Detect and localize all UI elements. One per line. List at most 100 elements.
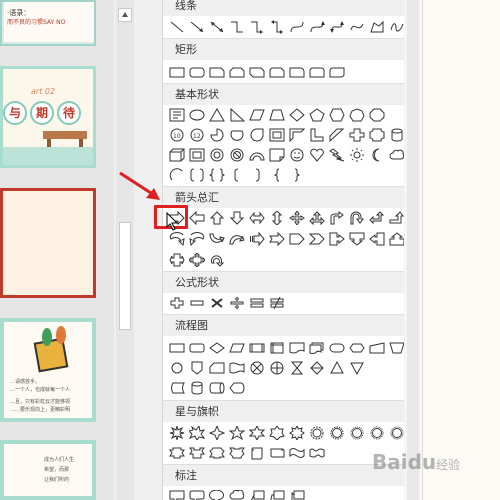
right-bracket-icon[interactable] [247, 166, 267, 184]
flowchart-process-icon[interactable] [167, 339, 187, 357]
flowchart-direct-access-storage-icon[interactable] [207, 379, 227, 397]
right-arrow-callout-icon[interactable] [327, 230, 347, 248]
bent-arrow-icon[interactable] [327, 209, 347, 227]
flowchart-merge-icon[interactable] [347, 359, 367, 377]
curved-up-ribbon-icon[interactable] [207, 444, 227, 462]
octagon-icon[interactable] [367, 106, 387, 124]
lightning-bolt-icon[interactable] [327, 146, 347, 164]
curve-icon[interactable] [347, 18, 367, 36]
line-callout-1-icon[interactable] [247, 488, 267, 500]
pentagon-icon[interactable] [307, 106, 327, 124]
pentagon-arrow-icon[interactable] [287, 230, 307, 248]
pie-icon[interactable] [207, 126, 227, 144]
l-shape-icon[interactable] [307, 126, 327, 144]
cube-icon[interactable] [167, 146, 187, 164]
flowchart-decision-icon[interactable] [207, 339, 227, 357]
donut-icon[interactable] [207, 146, 227, 164]
line-shape-icon[interactable] [167, 18, 187, 36]
vertical-scroll-icon[interactable] [247, 444, 267, 462]
equal-icon[interactable] [247, 294, 267, 312]
dodecagon-icon[interactable]: 12 [187, 126, 207, 144]
cross-icon[interactable] [347, 126, 367, 144]
left-right-up-arrow-icon[interactable] [307, 209, 327, 227]
half-frame-icon[interactable] [287, 126, 307, 144]
flowchart-collate-icon[interactable] [287, 359, 307, 377]
right-triangle-icon[interactable] [227, 106, 247, 124]
chevron-arrow-icon[interactable] [307, 230, 327, 248]
flowchart-document-icon[interactable] [287, 339, 307, 357]
curved-up-arrow-icon[interactable] [207, 230, 227, 248]
parallelogram-icon[interactable] [247, 106, 267, 124]
star-7-point-icon[interactable] [267, 424, 287, 442]
multiply-icon[interactable] [207, 294, 227, 312]
chord-icon[interactable] [227, 126, 247, 144]
double-wave-icon[interactable] [307, 444, 327, 462]
frame-icon[interactable] [267, 126, 287, 144]
flowchart-alternate-process-icon[interactable] [187, 339, 207, 357]
round-one-corner-rectangle-icon[interactable] [287, 63, 307, 81]
rounded-rectangle-icon[interactable] [187, 63, 207, 81]
elbow-connector-icon[interactable] [227, 18, 247, 36]
down-arrow-callout-icon[interactable] [347, 230, 367, 248]
left-up-arrow-icon[interactable] [367, 209, 387, 227]
up-ribbon-icon[interactable] [167, 444, 187, 462]
flowchart-predefined-process-icon[interactable] [247, 339, 267, 357]
flowchart-preparation-icon[interactable] [347, 339, 367, 357]
trapezoid-icon[interactable] [267, 106, 287, 124]
star-5-point-icon[interactable] [227, 424, 247, 442]
flowchart-extract-icon[interactable] [327, 359, 347, 377]
line-callout-2-icon[interactable] [267, 488, 287, 500]
explosion-2-icon[interactable] [187, 424, 207, 442]
block-arc-icon[interactable] [247, 146, 267, 164]
round-same-side-rectangle-icon[interactable] [307, 63, 327, 81]
decagon-icon[interactable]: 10 [167, 126, 187, 144]
triangle-icon[interactable] [207, 106, 227, 124]
arc-icon[interactable] [167, 166, 187, 184]
striped-right-arrow-icon[interactable] [247, 230, 267, 248]
flowchart-punched-tape-icon[interactable] [227, 359, 247, 377]
flowchart-summing-junction-icon[interactable] [247, 359, 267, 377]
up-down-arrow-icon[interactable] [267, 209, 287, 227]
flowchart-or-icon[interactable] [267, 359, 287, 377]
flowchart-connector-icon[interactable] [167, 359, 187, 377]
snip-diagonal-rectangle-icon[interactable] [247, 63, 267, 81]
hexagon-icon[interactable] [327, 106, 347, 124]
curved-down-arrow-icon[interactable] [227, 230, 247, 248]
gallery-scrollbar-track[interactable] [407, 0, 419, 500]
circular-arrow-icon[interactable] [207, 251, 227, 269]
flowchart-internal-storage-icon[interactable] [267, 339, 287, 357]
slide-thumbnail-4[interactable]: …请感放手。 …一个人，也成就每一个人 …且，只有彩虹云才能够领 ……要乐观向上… [0, 318, 96, 422]
gallery-scrollbar[interactable] [404, 0, 423, 500]
flowchart-manual-input-icon[interactable] [367, 339, 387, 357]
curved-connector-icon[interactable] [287, 18, 307, 36]
star-16-point-icon[interactable] [347, 424, 367, 442]
star-6-point-icon[interactable] [247, 424, 267, 442]
flowchart-offpage-connector-icon[interactable] [187, 359, 207, 377]
flowchart-multidocument-icon[interactable] [307, 339, 327, 357]
rectangle-icon[interactable] [167, 63, 187, 81]
slide-thumbnail-1[interactable]: ·语录： 而不良的习惯SAY NO [0, 0, 96, 46]
down-ribbon-icon[interactable] [187, 444, 207, 462]
elbow-double-arrow-icon[interactable] [267, 18, 287, 36]
left-right-arrow-icon[interactable] [247, 209, 267, 227]
left-arrow-callout-icon[interactable] [367, 230, 387, 248]
star-4-point-icon[interactable] [207, 424, 227, 442]
flowchart-sort-icon[interactable] [307, 359, 327, 377]
star-24-point-icon[interactable] [367, 424, 387, 442]
moon-icon[interactable] [367, 146, 387, 164]
snip-corner-rectangle-icon[interactable] [207, 63, 227, 81]
left-bracket-icon[interactable] [227, 166, 247, 184]
slide-thumbnail-3-selected[interactable] [0, 188, 96, 298]
curved-double-arrow-icon[interactable] [327, 18, 347, 36]
flowchart-magnetic-disk-icon[interactable] [187, 379, 207, 397]
round-diagonal-rectangle-icon[interactable] [327, 63, 347, 81]
heart-icon[interactable] [307, 146, 327, 164]
curved-down-ribbon-icon[interactable] [227, 444, 247, 462]
star-10-point-icon[interactable] [307, 424, 327, 442]
cloud-callout-icon[interactable] [227, 488, 247, 500]
not-equal-icon[interactable] [267, 294, 287, 312]
bevel-icon[interactable] [187, 146, 207, 164]
curved-right-arrow-icon[interactable] [167, 230, 187, 248]
quad-arrow-icon[interactable] [287, 209, 307, 227]
slide-editing-area[interactable] [423, 0, 500, 500]
